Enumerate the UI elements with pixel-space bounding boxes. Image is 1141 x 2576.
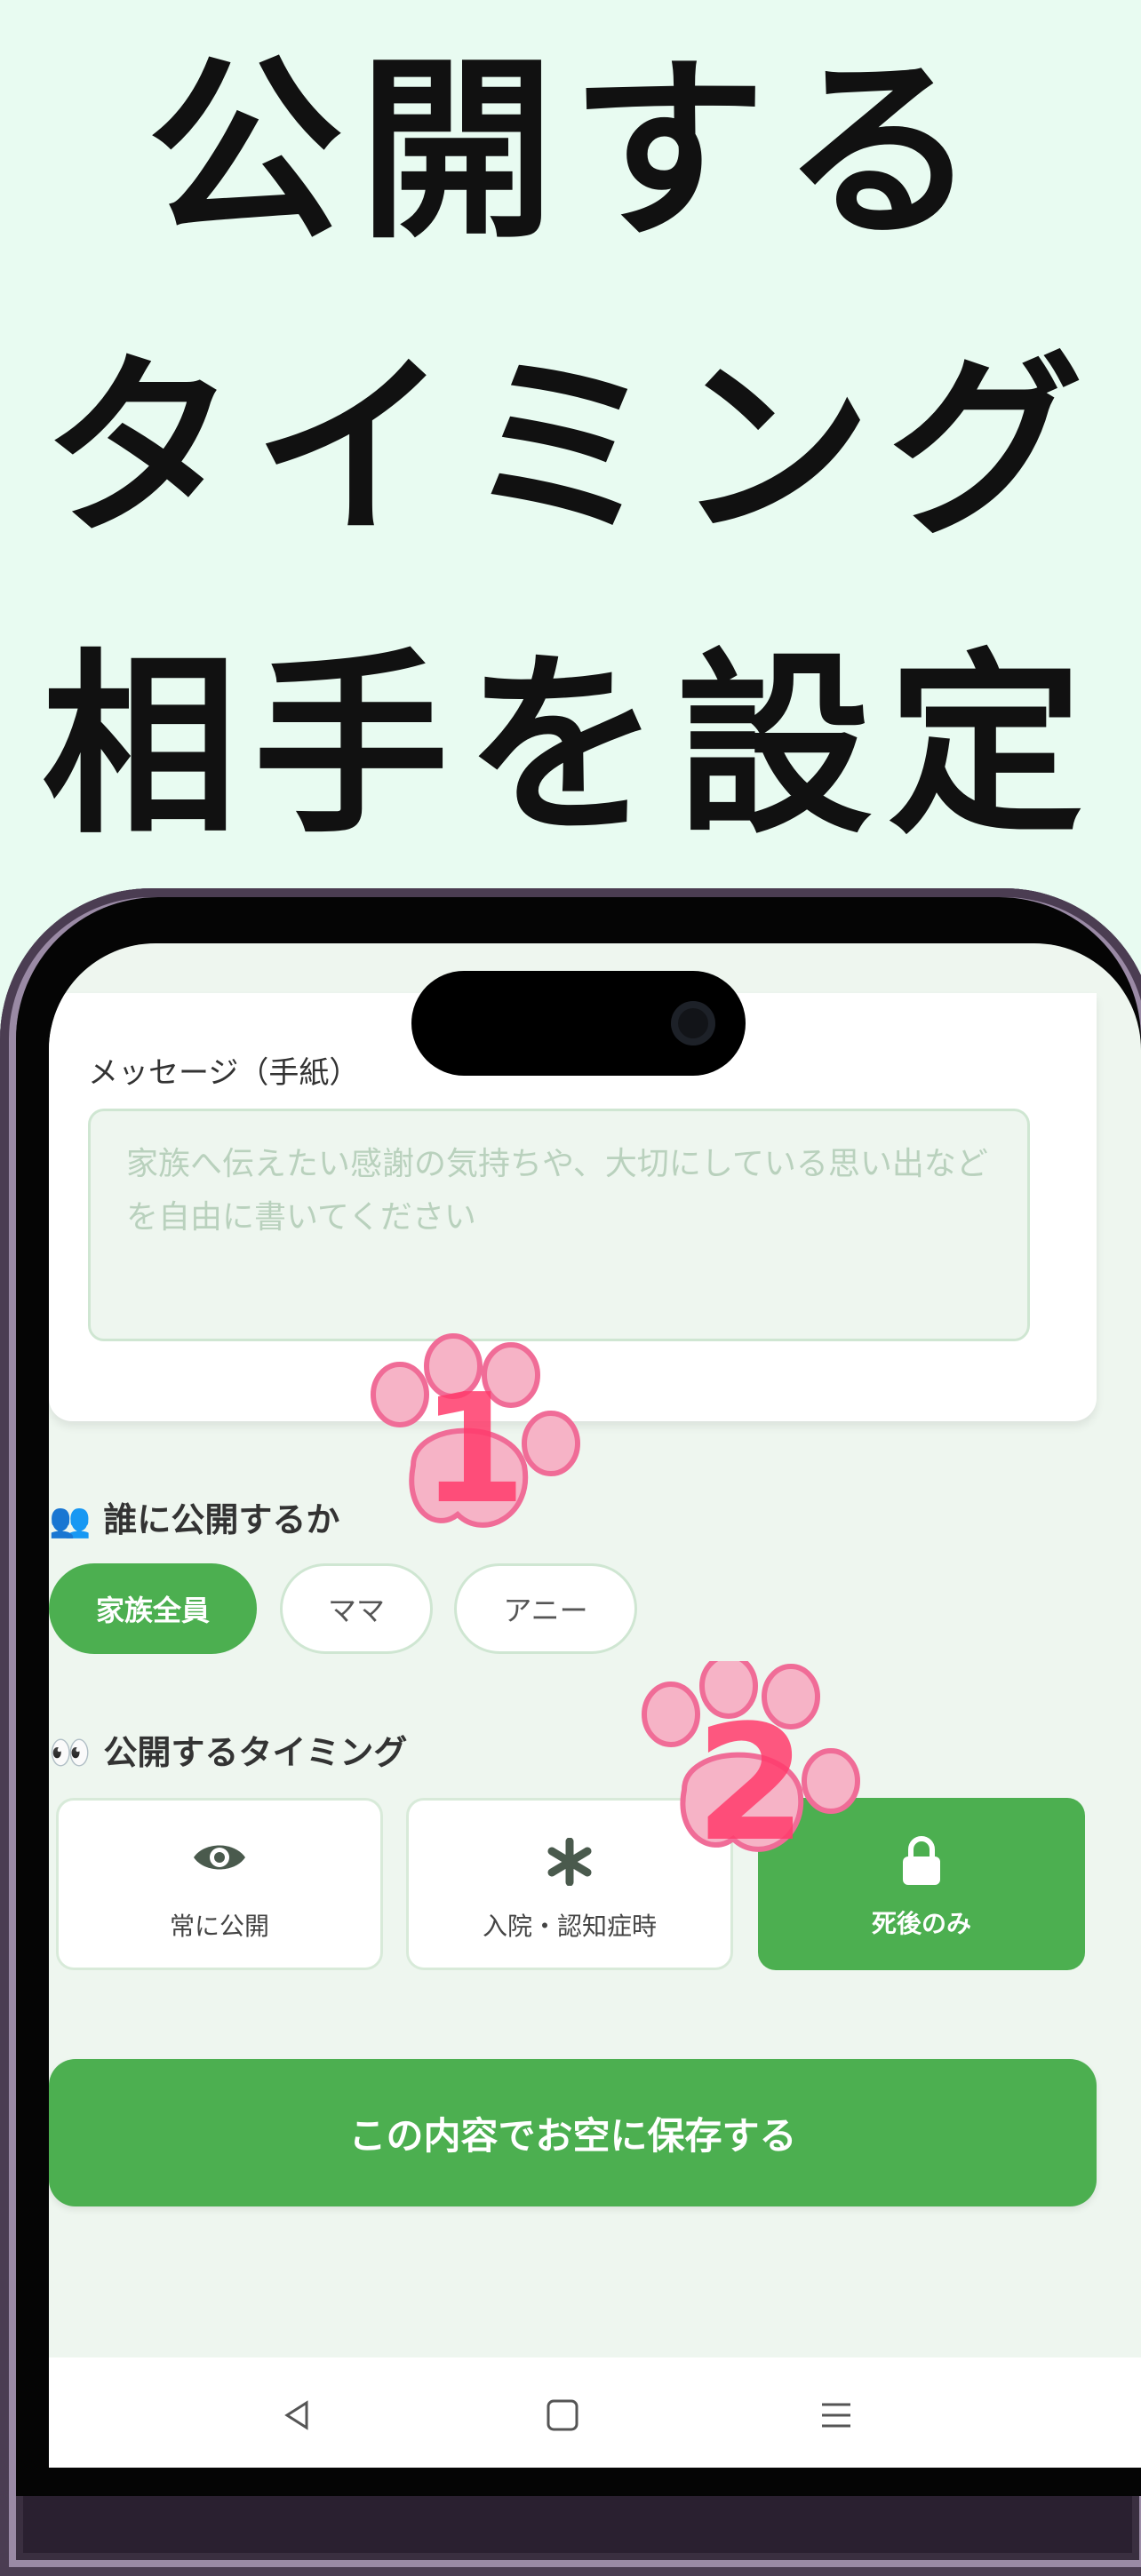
people-icon: 👥 (49, 1500, 92, 1539)
home-icon[interactable] (536, 2393, 589, 2437)
audience-chip-family-all[interactable]: 家族全員 (49, 1563, 257, 1654)
app-screen: メッセージ（手紙） 家族へ伝えたい感謝の気持ちや、大切にしている思い出などを自由… (49, 943, 1141, 2468)
headline-line-2: タイミング (41, 335, 1099, 562)
save-button[interactable]: この内容でお空に保存する (49, 2059, 1097, 2206)
audience-chip-annie[interactable]: アニー (454, 1563, 637, 1654)
audience-title-text: 誰に公開するか (103, 1500, 340, 1539)
back-icon[interactable] (271, 2393, 324, 2437)
eyes-icon: 👀 (49, 1733, 92, 1772)
audience-section-title: 👥 誰に公開するか (49, 1492, 339, 1541)
timing-option-label: 常に公開 (169, 1912, 269, 1941)
timing-section-title: 👀 公開するタイミング (49, 1725, 407, 1774)
eye-icon (59, 1838, 380, 1891)
headline-line-3: 相手を設定 (41, 632, 1099, 860)
dynamic-island (411, 971, 746, 1076)
camera-icon (671, 1001, 715, 1046)
message-label: メッセージ（手紙） (88, 1055, 360, 1091)
step-2-number: 2 (695, 1691, 806, 1874)
headline-line-1: 公開する (147, 37, 993, 265)
android-nav-bar (49, 2357, 1141, 2468)
message-textarea[interactable]: 家族へ伝えたい感謝の気持ちや、大切にしている思い出などを自由に書いてください (88, 1109, 1030, 1341)
paw-annotation-1: 1 (360, 1332, 591, 1549)
timing-title-text: 公開するタイミング (103, 1733, 408, 1772)
timing-option-label: 入院・認知症時 (482, 1912, 657, 1941)
timing-option-always[interactable]: 常に公開 (56, 1798, 383, 1970)
timing-option-label: 死後のみ (871, 1909, 971, 1938)
paw-annotation-2: 2 (635, 1653, 866, 1878)
step-1-number: 1 (421, 1362, 526, 1538)
menu-icon[interactable] (810, 2393, 863, 2437)
audience-chip-mama[interactable]: ママ (280, 1563, 433, 1654)
